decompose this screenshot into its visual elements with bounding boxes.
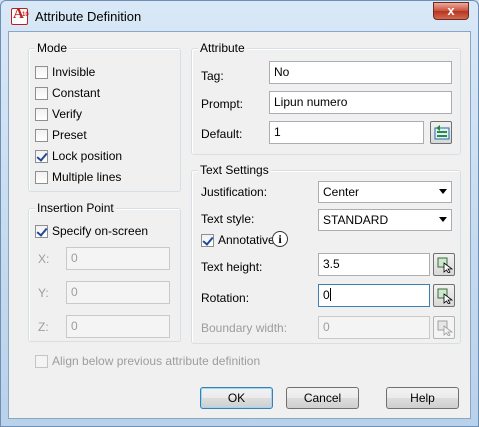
align-below-checkbox[interactable]: Align below previous attribute definitio… xyxy=(35,353,260,369)
justification-dropdown[interactable]: Center xyxy=(318,181,452,203)
text-height-field[interactable]: 3.5 xyxy=(318,253,430,276)
y-coordinate-field[interactable]: 0 xyxy=(66,281,170,304)
attribute-definition-dialog: A 10 Attribute Definition x Mode Invisib… xyxy=(0,0,479,427)
tag-label: Tag: xyxy=(201,69,224,83)
checkbox-box[interactable] xyxy=(35,107,48,121)
help-button[interactable]: Help xyxy=(386,387,459,409)
checkbox-box[interactable] xyxy=(35,224,48,238)
text-style-dropdown[interactable]: STANDARD xyxy=(318,209,452,231)
invisible-label: Invisible xyxy=(52,65,96,79)
checkbox-box[interactable] xyxy=(201,233,214,247)
preset-checkbox[interactable]: Preset xyxy=(35,127,87,143)
z-coordinate-field[interactable]: 0 xyxy=(66,315,170,338)
text-settings-group-title: Text Settings xyxy=(198,163,271,177)
rotation-label: Rotation: xyxy=(201,291,250,305)
default-label: Default: xyxy=(201,127,243,141)
align-below-label: Align below previous attribute definitio… xyxy=(52,354,261,368)
y-label: Y: xyxy=(38,286,49,300)
z-label: Z: xyxy=(38,320,49,334)
chevron-down-icon xyxy=(439,189,447,194)
x-coordinate-field[interactable]: 0 xyxy=(66,247,170,270)
attribute-group-title: Attribute xyxy=(198,41,247,55)
constant-checkbox[interactable]: Constant xyxy=(35,85,100,101)
preset-label: Preset xyxy=(52,128,87,142)
chevron-down-icon xyxy=(439,217,447,222)
insertion-point-group-title: Insertion Point xyxy=(35,201,116,215)
boundary-width-field[interactable]: 0 xyxy=(318,316,430,339)
annotative-checkbox[interactable]: Annotative xyxy=(201,232,275,248)
info-icon[interactable]: i xyxy=(272,231,288,247)
prompt-field[interactable]: Lipun numero xyxy=(269,91,452,114)
checkbox-box[interactable] xyxy=(35,170,48,184)
checkbox-box[interactable] xyxy=(35,128,48,142)
checkbox-box[interactable] xyxy=(35,86,48,100)
checkbox-box[interactable] xyxy=(35,354,48,368)
rotation-value: 0 xyxy=(323,288,330,302)
pick-text-height-button[interactable] xyxy=(433,253,455,276)
attribute-group: Attribute Tag: No Prompt: Lipun numero D… xyxy=(191,41,461,155)
close-button[interactable]: x xyxy=(433,2,469,20)
lock-position-label: Lock position xyxy=(52,149,123,163)
justification-value: Center xyxy=(323,185,360,199)
window-title: Attribute Definition xyxy=(35,9,142,24)
text-style-value: STANDARD xyxy=(323,213,389,227)
dialog-client-area: Mode Invisible Constant Verify Preset Lo… xyxy=(8,31,471,419)
verify-label: Verify xyxy=(52,107,83,121)
tag-field[interactable]: No xyxy=(269,61,452,84)
rotation-field[interactable]: 0 xyxy=(318,284,430,307)
pick-point-icon xyxy=(437,288,453,304)
mode-group: Mode Invisible Constant Verify Preset Lo… xyxy=(28,41,181,192)
verify-checkbox[interactable]: Verify xyxy=(35,106,82,122)
insert-field-button[interactable] xyxy=(430,121,452,144)
x-label: X: xyxy=(38,252,50,266)
autocad-app-icon: A 10 xyxy=(11,6,29,25)
pick-point-icon xyxy=(437,257,453,273)
ok-button[interactable]: OK xyxy=(200,387,273,409)
multiple-lines-checkbox[interactable]: Multiple lines xyxy=(35,169,121,185)
checkbox-box[interactable] xyxy=(35,149,48,163)
pick-boundary-width-button[interactable] xyxy=(433,316,455,339)
specify-on-screen-checkbox[interactable]: Specify on-screen xyxy=(35,223,148,239)
insertion-point-group: Insertion Point Specify on-screen X: 0 Y… xyxy=(28,201,181,342)
specify-on-screen-label: Specify on-screen xyxy=(52,224,149,238)
pick-point-icon xyxy=(437,320,453,336)
mode-group-title: Mode xyxy=(35,41,70,55)
pick-rotation-button[interactable] xyxy=(433,284,455,307)
close-icon: x xyxy=(447,3,455,18)
checkbox-box[interactable] xyxy=(35,65,48,79)
default-field[interactable]: 1 xyxy=(269,121,424,144)
title-bar[interactable]: A 10 Attribute Definition x xyxy=(1,1,478,31)
boundary-width-label: Boundary width: xyxy=(201,321,288,335)
invisible-checkbox[interactable]: Invisible xyxy=(35,64,95,80)
cancel-button[interactable]: Cancel xyxy=(286,387,359,409)
constant-label: Constant xyxy=(52,86,101,100)
multiple-lines-label: Multiple lines xyxy=(52,170,122,184)
text-height-label: Text height: xyxy=(201,260,263,274)
text-settings-group: Text Settings Justification: Center Text… xyxy=(191,163,461,344)
text-style-label: Text style: xyxy=(201,212,255,226)
insert-field-icon xyxy=(434,125,450,140)
prompt-label: Prompt: xyxy=(201,97,244,111)
text-caret xyxy=(329,288,331,301)
justification-label: Justification: xyxy=(201,185,268,199)
lock-position-checkbox[interactable]: Lock position xyxy=(35,148,122,164)
annotative-label: Annotative xyxy=(218,233,275,247)
